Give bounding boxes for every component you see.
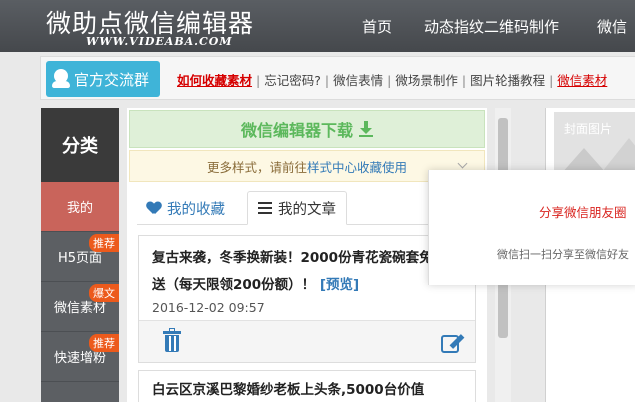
sidebar-item-h5[interactable]: H5页面 推荐: [41, 232, 119, 282]
tab-label: 我的文章: [278, 201, 336, 218]
link-collect-material[interactable]: 如何收藏素材: [177, 73, 252, 88]
help-links: 如何收藏素材 | 忘记密码? | 微信表情 | 微场景制作 | 图片轮播教程 | 微信素材: [177, 73, 608, 88]
content-tabs: 我的收藏 我的文章: [137, 191, 477, 225]
share-popup: 分享微信朋友圈 微信扫一扫分享至微信好友: [428, 170, 635, 285]
nav-wechat[interactable]: 微信: [597, 16, 627, 37]
article-card[interactable]: 白云区京溪巴黎婚纱老板上头条,5000台价值: [138, 370, 476, 402]
article-card[interactable]: 复古来袭，冬季换新装！2000份青花瓷碗套免费送（每天限领200份额）！ [预览…: [138, 235, 476, 363]
article-title: 白云区京溪巴黎婚纱老板上头条,5000台价值: [152, 382, 425, 398]
qq-group-button[interactable]: 官方交流群: [46, 61, 160, 97]
tab-my-favorites[interactable]: 我的收藏: [137, 191, 235, 225]
sidebar-item-followers[interactable]: 快速增粉 推荐: [41, 332, 119, 382]
link-carousel-tutorial[interactable]: 图片轮播教程: [470, 73, 545, 88]
recommend-badge: 推荐: [89, 234, 119, 252]
quick-link-bar: 官方交流群 如何收藏素材 | 忘记密码? | 微信表情 | 微场景制作 | 图片轮播教程 | 微信素…: [40, 56, 635, 100]
link-micro-scene[interactable]: 微场景制作: [395, 73, 458, 88]
top-header: 微助点微信编辑器 WWW.VIDEABA.COM 首页 动态指纹二维码制作 微信: [0, 0, 635, 52]
tab-my-articles[interactable]: 我的文章: [247, 191, 347, 225]
trash-icon[interactable]: [163, 328, 181, 353]
list-icon: [258, 202, 272, 214]
download-icon: [359, 121, 373, 137]
qq-group-label: 官方交流群: [74, 70, 150, 89]
qq-penguin-icon: [52, 69, 70, 89]
share-moments-title[interactable]: 分享微信朋友圈: [539, 202, 627, 221]
sidebar-item-material[interactable]: 微信素材 爆文: [41, 282, 119, 332]
link-wechat-material[interactable]: 微信素材: [557, 73, 607, 88]
tab-label: 我的收藏: [167, 201, 225, 218]
site-url: WWW.VIDEABA.COM: [86, 35, 233, 48]
chevron-down-icon[interactable]: [457, 158, 468, 169]
preview-link[interactable]: [预览]: [320, 277, 359, 293]
recommend-badge: 推荐: [89, 334, 119, 352]
category-sidebar: 分类 我的 H5页面 推荐 微信素材 爆文 快速增粉 推荐: [41, 108, 119, 402]
sidebar-title: 分类: [41, 108, 119, 182]
sidebar-item-label: 我的: [66, 201, 93, 216]
style-center-link[interactable]: 样式中心收藏使用: [307, 157, 407, 176]
nav-qrcode[interactable]: 动态指纹二维码制作: [424, 16, 559, 37]
article-date: 2016-12-02 09:57: [152, 300, 265, 315]
heart-icon: [147, 202, 161, 215]
edit-icon[interactable]: [441, 331, 465, 353]
link-forgot-password[interactable]: 忘记密码?: [264, 73, 321, 88]
share-hint: 微信扫一扫分享至微信好友: [497, 248, 629, 261]
notice-text: 更多样式，请前往: [206, 159, 307, 175]
article-title: 复古来袭，冬季换新装！2000份青花瓷碗套免费送（每天限领200份额）！ [预览…: [152, 250, 447, 293]
article-actions: [139, 320, 475, 362]
editor-download-button[interactable]: 微信编辑器下载: [129, 110, 485, 148]
hot-badge: 爆文: [89, 284, 119, 302]
link-emoji[interactable]: 微信表情: [333, 73, 383, 88]
sidebar-item-mine[interactable]: 我的: [41, 182, 119, 232]
nav-home[interactable]: 首页: [362, 16, 392, 37]
cover-label: 封面图片: [564, 122, 613, 136]
download-label: 微信编辑器下载: [240, 121, 353, 140]
